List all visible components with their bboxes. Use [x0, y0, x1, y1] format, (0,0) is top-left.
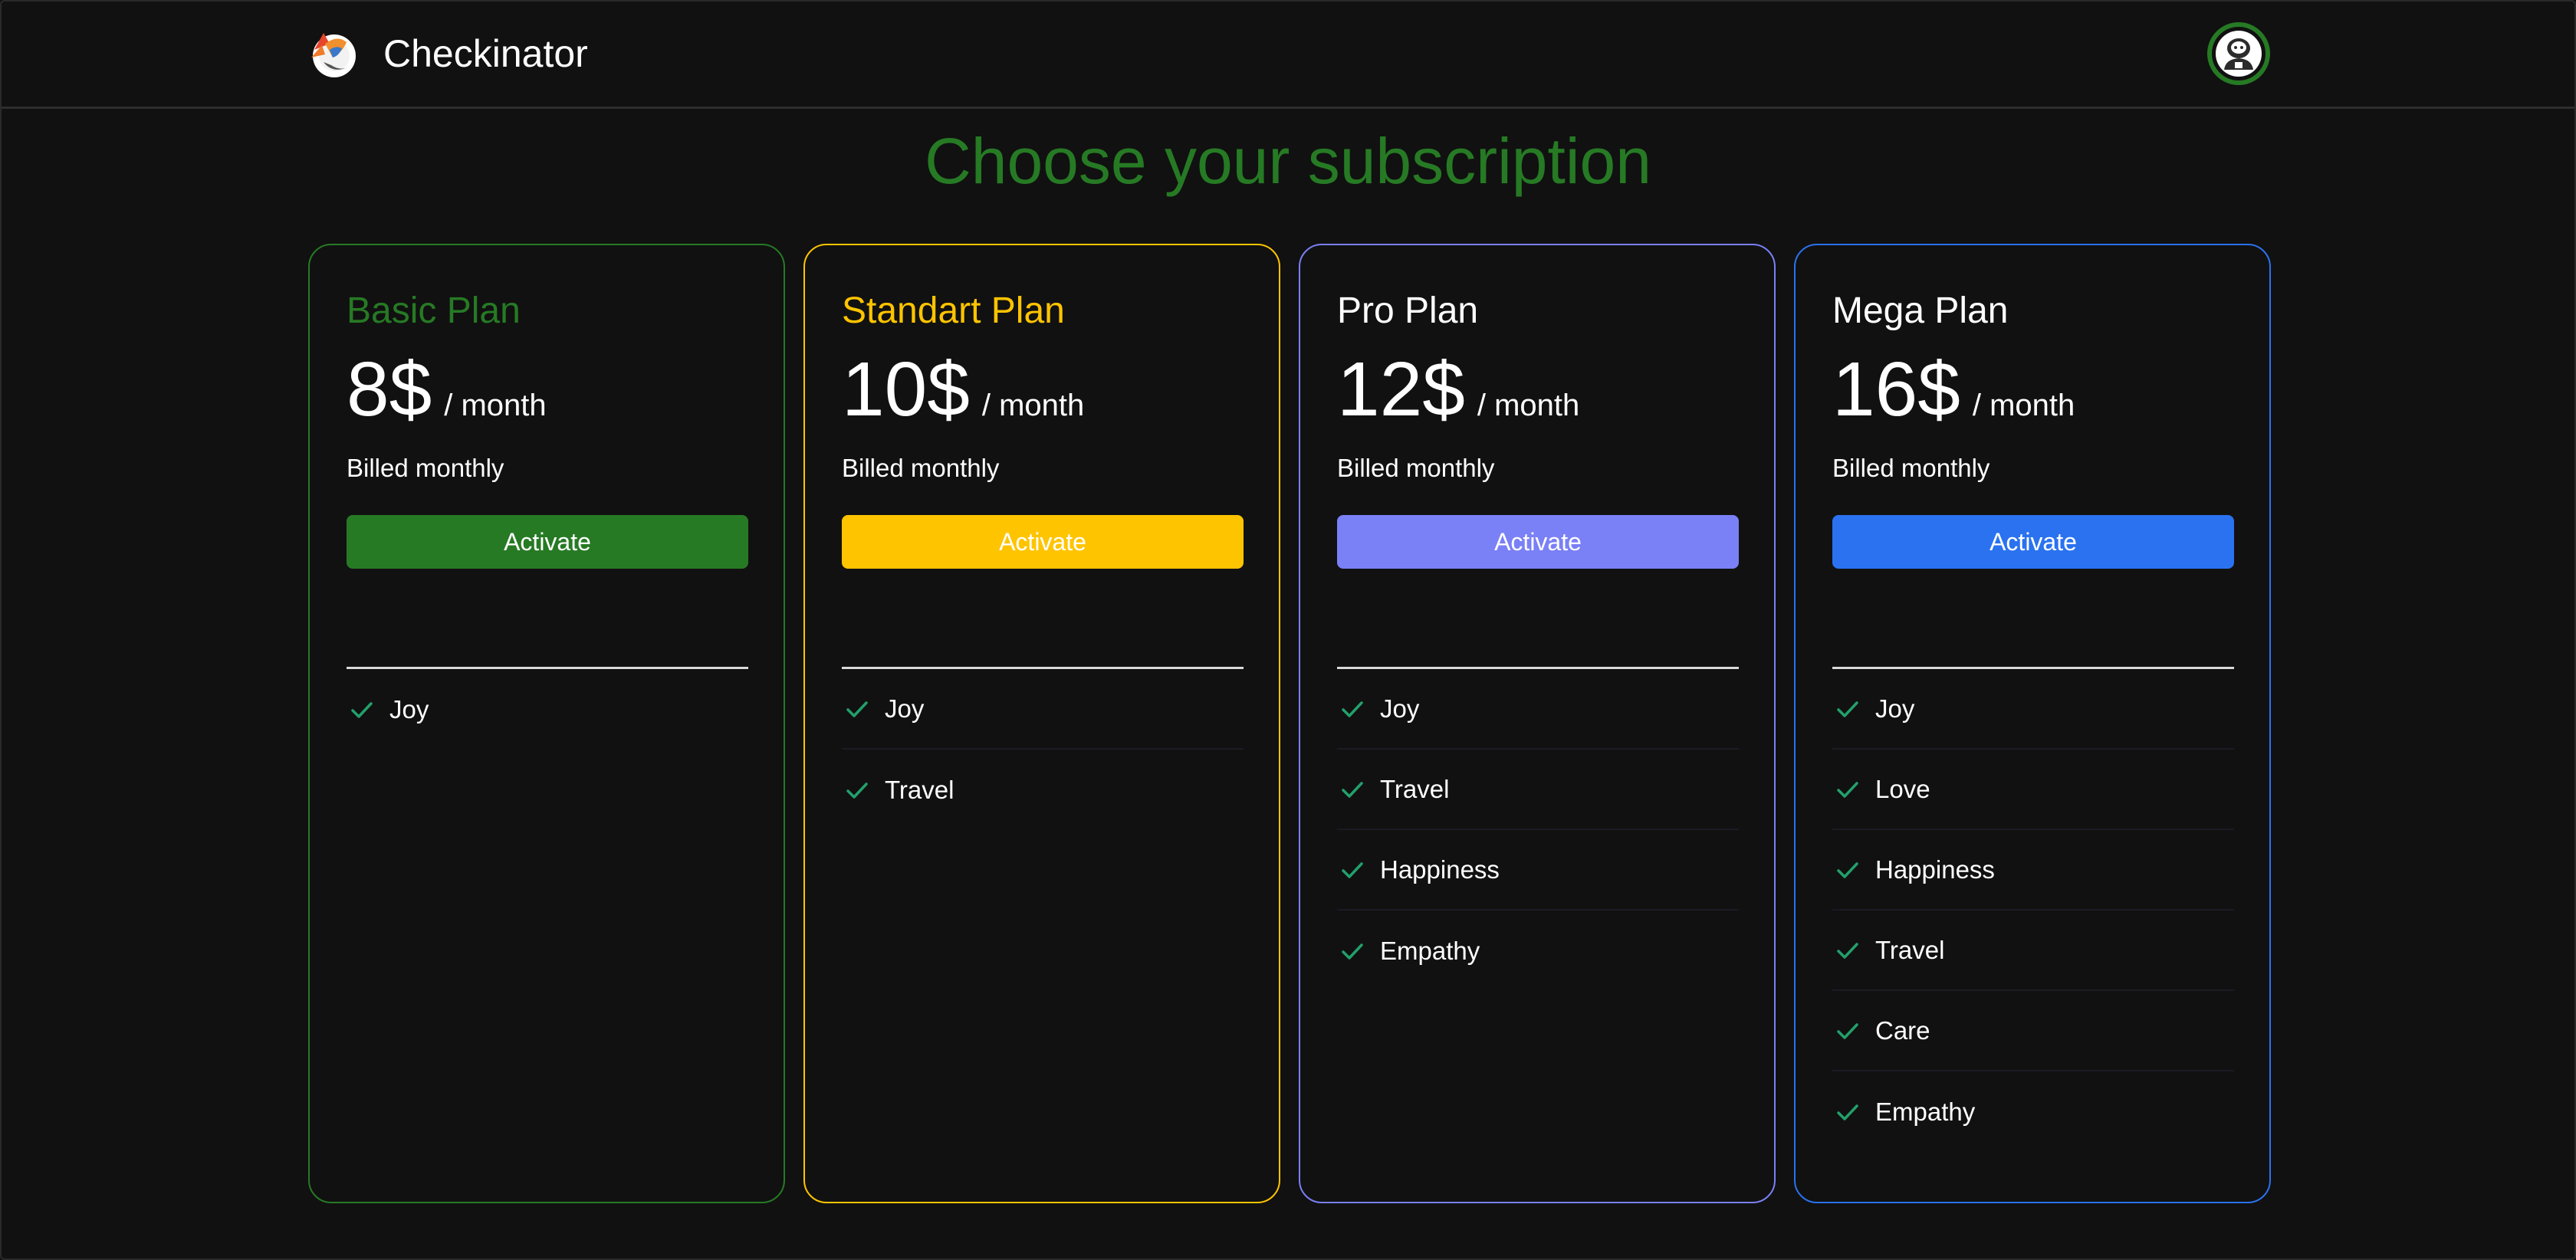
feature-item: Empathy: [1337, 911, 1739, 991]
plan-period: / month: [1972, 389, 2075, 422]
plan-price: 10$: [842, 346, 970, 432]
plan-period: / month: [444, 389, 547, 422]
feature-item: Happiness: [1337, 830, 1739, 911]
top-nav-bar: Checkinator: [2, 2, 2574, 109]
check-icon: [1837, 701, 1858, 717]
feature-list: Joy Love Happiness Travel Care Empathy: [1832, 669, 2234, 1152]
feature-list: Joy Travel Happiness Empathy: [1337, 669, 1739, 991]
feature-item: Travel: [842, 750, 1244, 830]
plan-card: Pro Plan 12$ / month Billed monthly Activate…: [1299, 244, 1776, 1203]
plan-name: Basic Plan: [347, 290, 521, 331]
check-icon: [351, 701, 373, 718]
price-row: 10$ / month: [842, 351, 1084, 428]
check-icon: [1837, 1104, 1858, 1121]
feature-item: Happiness: [1832, 830, 2234, 911]
feature-label: Joy: [1875, 694, 1915, 723]
app-window: Checkinator Choose your subscription Bas…: [0, 0, 2576, 1260]
feature-item: Joy: [1832, 669, 2234, 750]
activate-button[interactable]: Activate: [347, 515, 748, 569]
plan-card: Basic Plan 8$ / month Billed monthly Activat…: [308, 244, 785, 1203]
price-row: 8$ / month: [347, 351, 547, 428]
plans-list: Basic Plan 8$ / month Billed monthly Activat…: [308, 244, 2271, 1203]
feature-label: Happiness: [1875, 855, 1995, 884]
plan-name: Standart Plan: [842, 290, 1065, 331]
feature-label: Travel: [1380, 774, 1450, 803]
feature-item: Joy: [347, 669, 748, 750]
check-icon: [1342, 861, 1363, 878]
feature-item: Joy: [1337, 669, 1739, 750]
app-name: Checkinator: [383, 32, 588, 75]
astronaut-avatar-icon[interactable]: [2207, 22, 2270, 85]
plan-price: 12$: [1337, 346, 1465, 432]
price-row: 12$ / month: [1337, 351, 1579, 428]
billing-note: Billed monthly: [1832, 454, 1990, 482]
feature-item: Love: [1832, 750, 2234, 830]
plan-period: / month: [1477, 389, 1580, 422]
billing-note: Billed monthly: [347, 454, 504, 482]
page-title: Choose your subscription: [925, 125, 1651, 197]
feature-item: Travel: [1832, 911, 2234, 991]
activate-button[interactable]: Activate: [1832, 515, 2234, 569]
billing-note: Billed monthly: [842, 454, 1000, 482]
plan-period: / month: [981, 389, 1085, 422]
plan-card: Standart Plan 10$ / month Billed monthly Act…: [803, 244, 1280, 1203]
activate-button[interactable]: Activate: [842, 515, 1244, 569]
check-icon: [1837, 781, 1858, 798]
feature-label: Empathy: [1875, 1097, 1976, 1126]
feature-label: Travel: [885, 775, 955, 804]
feature-label: Love: [1875, 774, 1930, 803]
plan-card: Mega Plan 16$ / month Billed monthly Activat…: [1794, 244, 2271, 1203]
check-icon: [1342, 781, 1363, 798]
check-icon: [846, 782, 868, 799]
feature-label: Joy: [885, 694, 925, 723]
plan-name: Mega Plan: [1832, 290, 2009, 331]
plan-price: 16$: [1832, 346, 1960, 432]
plan-name: Pro Plan: [1337, 290, 1479, 331]
brand[interactable]: Checkinator: [307, 25, 588, 83]
feature-list: Joy: [347, 669, 748, 750]
feature-item: Travel: [1337, 750, 1739, 830]
feature-label: Joy: [1380, 694, 1420, 723]
feature-label: Care: [1875, 1016, 1930, 1045]
plan-price: 8$: [347, 346, 432, 432]
feature-label: Joy: [389, 694, 429, 724]
check-icon: [1342, 701, 1363, 717]
activate-button[interactable]: Activate: [1337, 515, 1739, 569]
price-row: 16$ / month: [1832, 351, 2075, 428]
check-icon: [1837, 1022, 1858, 1039]
check-icon: [1837, 861, 1858, 878]
feature-item: Care: [1832, 991, 2234, 1071]
billing-note: Billed monthly: [1337, 454, 1495, 482]
feature-label: Empathy: [1380, 936, 1480, 965]
feature-item: Joy: [842, 669, 1244, 750]
rocket-logo-icon: [311, 33, 356, 77]
check-icon: [1837, 942, 1858, 959]
feature-list: Joy Travel: [842, 669, 1244, 830]
check-icon: [846, 701, 868, 717]
check-icon: [1342, 943, 1363, 960]
feature-label: Travel: [1875, 935, 1945, 964]
feature-label: Happiness: [1380, 855, 1500, 884]
feature-item: Empathy: [1832, 1071, 2234, 1152]
